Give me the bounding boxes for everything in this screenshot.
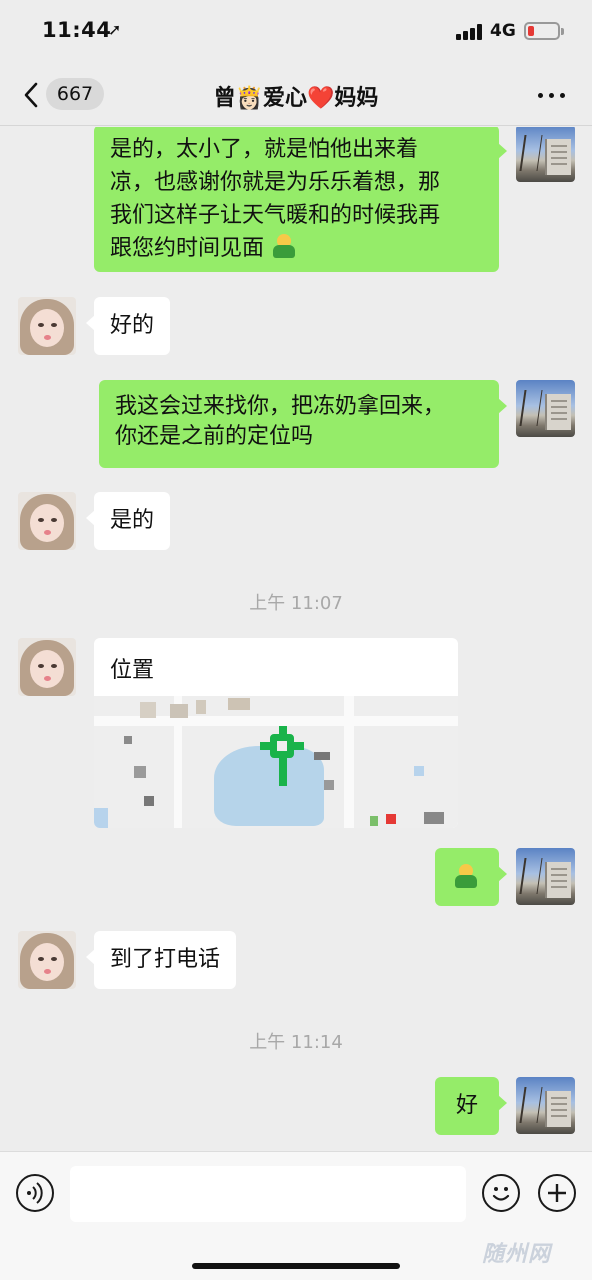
message-list[interactable]: 是的，太小了，就是怕他出来着 凉，也感谢你就是为乐乐着想，那 我们这样子让天气暖… [0, 127, 592, 1151]
map-pin-head [270, 734, 294, 758]
more-functions-button[interactable] [538, 1174, 576, 1212]
message-bubble-other[interactable]: 到了打电话 [85, 931, 237, 989]
back-chevron-icon[interactable] [22, 82, 42, 108]
message-line: 你还是之前的定位吗 [115, 424, 314, 449]
voice-wave-icon [27, 1182, 43, 1204]
signal-icon [456, 24, 484, 40]
chat-title[interactable]: 曾👸🏻爱心❤️妈妈 [150, 80, 442, 112]
hug-emoji-icon [453, 864, 479, 890]
self-avatar[interactable] [516, 380, 575, 437]
network-type: 4G [490, 21, 516, 41]
smiley-icon [492, 1187, 510, 1201]
battery-tip [561, 28, 564, 35]
message-bubble-self[interactable]: 好 [435, 1077, 507, 1135]
timestamp: 上午 11:14 [249, 1032, 343, 1053]
location-arrow-icon: ➚ [108, 20, 122, 39]
message-text: 到了打电话 [110, 947, 221, 972]
home-indicator [192, 1263, 400, 1269]
message-line: 我们这样子让天气暖和的时候我再 [110, 203, 441, 228]
message-text: 是的 [110, 508, 155, 533]
message-line: 我这会过来找你，把冻奶拿回来， [115, 394, 446, 419]
status-time: 11:44 [42, 18, 112, 42]
self-avatar[interactable] [516, 1077, 575, 1134]
contact-avatar[interactable] [18, 297, 76, 355]
plus-icon [548, 1184, 566, 1202]
status-bar: 11:44 ➚ 4G [0, 0, 592, 62]
location-title: 位置 [110, 658, 155, 683]
message-text: 好的 [110, 313, 155, 338]
location-map-thumbnail[interactable] [94, 696, 458, 828]
message-text: 好 [455, 1093, 478, 1118]
map-water-area [214, 746, 324, 826]
self-avatar[interactable] [516, 127, 575, 182]
message-line: 凉，也感谢你就是为乐乐着想，那 [110, 170, 441, 195]
message-line: 是的，太小了，就是怕他出来着 [110, 137, 419, 162]
battery-icon [524, 22, 560, 40]
voice-input-button[interactable] [16, 1174, 54, 1212]
watermark: 随州网 [482, 1242, 552, 1267]
message-bubble-other[interactable]: 好的 [85, 297, 171, 355]
message-input[interactable] [70, 1166, 466, 1222]
chat-header: 667 曾👸🏻爱心❤️妈妈 [0, 62, 592, 126]
contact-avatar[interactable] [18, 492, 76, 550]
message-bubble-other[interactable]: 是的 [85, 492, 171, 550]
contact-avatar[interactable] [18, 638, 76, 696]
message-line: 跟您约时间见面 [110, 236, 265, 261]
emoji-bubble-self[interactable] [435, 848, 507, 906]
self-avatar[interactable] [516, 848, 575, 905]
message-bubble-self[interactable]: 是的，太小了，就是怕他出来着 凉，也感谢你就是为乐乐着想，那 我们这样子让天气暖… [94, 127, 507, 272]
more-options-icon[interactable] [538, 93, 566, 99]
timestamp: 上午 11:07 [249, 593, 343, 614]
location-card[interactable]: 位置 [94, 638, 458, 828]
contact-avatar[interactable] [18, 931, 76, 989]
emoji-button[interactable] [482, 1174, 520, 1212]
message-bubble-self[interactable]: 我这会过来找你，把冻奶拿回来， 你还是之前的定位吗 [99, 380, 507, 468]
unread-count-badge[interactable]: 667 [46, 78, 104, 110]
hug-emoji-icon [271, 234, 297, 260]
